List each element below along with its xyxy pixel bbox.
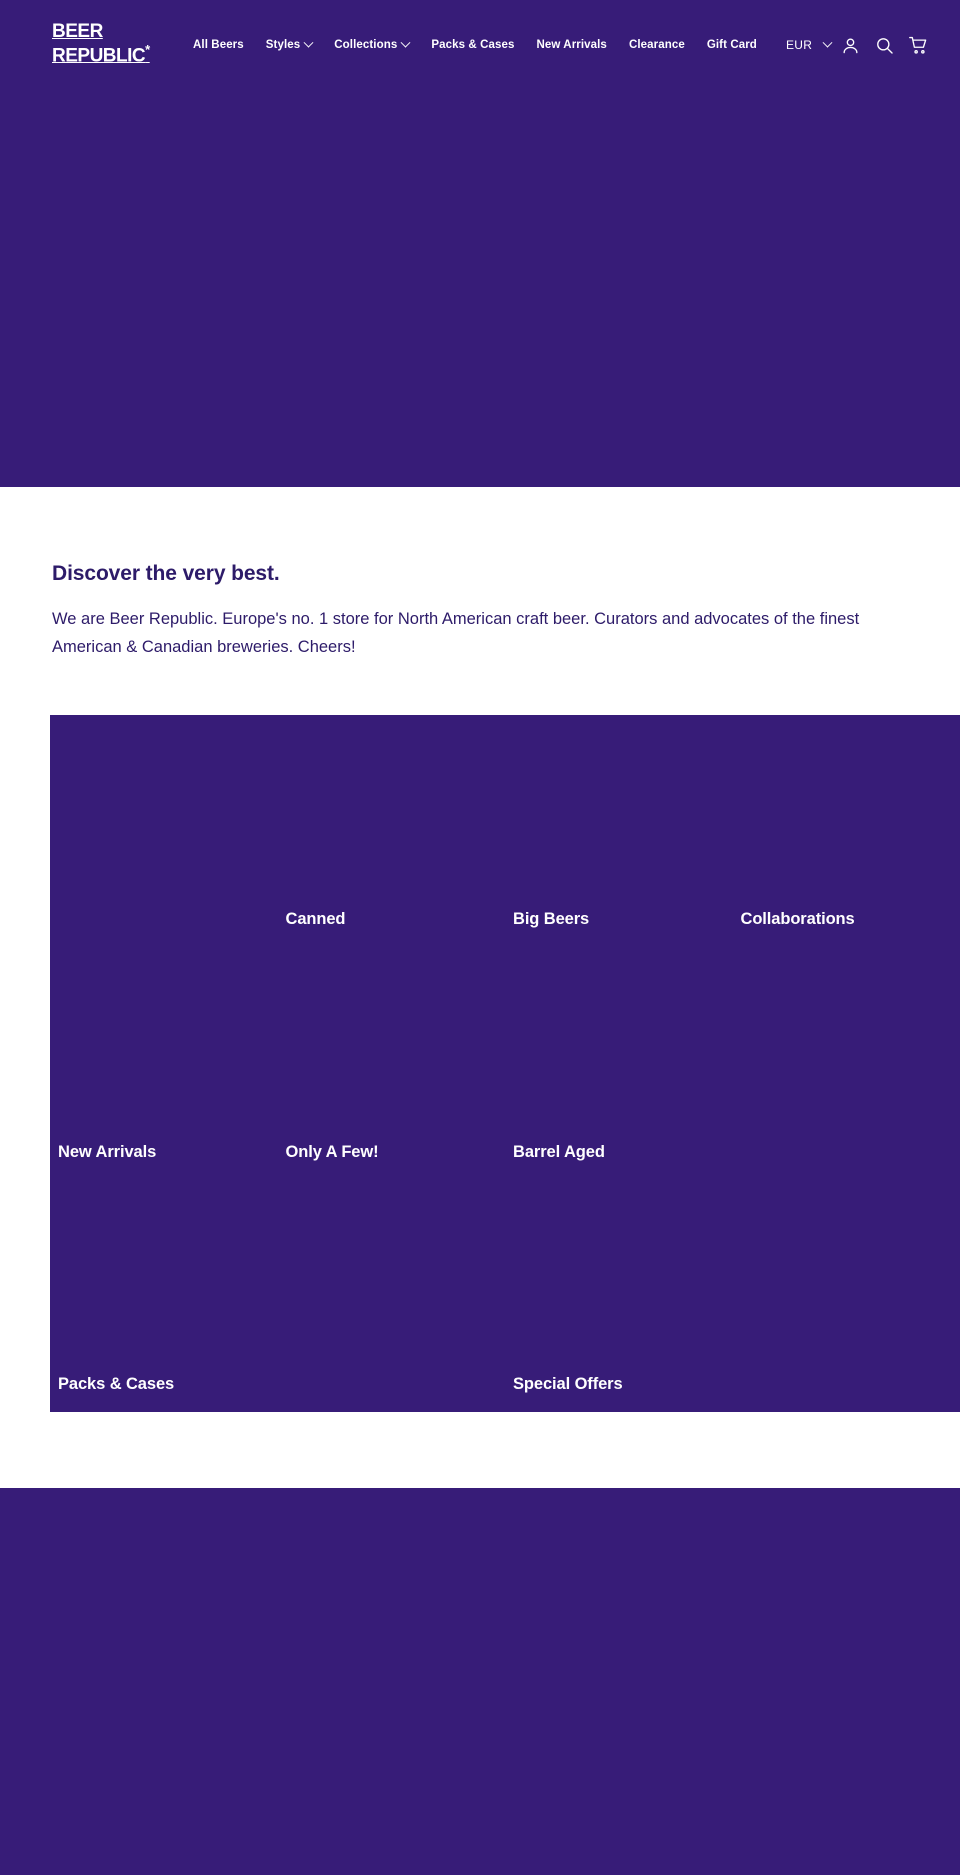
currency-selector[interactable]: EUR [784, 37, 833, 52]
category-tile-label: Only A Few! [285, 1142, 379, 1161]
nav-item-styles[interactable]: Styles [255, 37, 323, 51]
logo-line-2: REPUBLIC* [52, 41, 150, 67]
category-tile-label: Collaborations [740, 910, 855, 929]
category-tile-canned[interactable]: Canned [278, 715, 506, 947]
nav-item-new-arrivals[interactable]: New Arrivals [525, 39, 617, 51]
site-logo[interactable]: BEER REPUBLIC* [52, 20, 170, 67]
search-icon[interactable] [867, 28, 901, 62]
category-tile-label: Special Offers [513, 1374, 623, 1393]
category-tile-packs-and-cases[interactable]: Packs & Cases [50, 1180, 278, 1412]
nav-item-collections[interactable]: Collections [323, 37, 420, 51]
category-tile-barrel-aged[interactable]: Barrel Aged [505, 947, 733, 1179]
nav-label: New Arrivals [536, 39, 607, 51]
category-grid: Canned Big Beers Collaborations New Arri… [50, 715, 960, 1412]
chevron-down-icon [822, 37, 833, 48]
nav-label: All Beers [193, 39, 244, 51]
category-tile [733, 947, 960, 1179]
category-tile [278, 1180, 506, 1412]
nav-label: Styles [265, 39, 301, 51]
category-tile-label: Barrel Aged [513, 1142, 605, 1161]
nav-item-gift-card[interactable]: Gift Card [696, 39, 768, 51]
main-navigation: All Beers Styles Collections Packs & Cas… [182, 37, 768, 51]
nav-label: Packs & Cases [431, 39, 515, 51]
page-title: Discover the very best. [52, 562, 280, 585]
bottom-banner-section [0, 1488, 960, 1875]
category-tile-label: Big Beers [513, 910, 590, 929]
category-tile-big-beers[interactable]: Big Beers [505, 715, 733, 947]
category-tile-label: Canned [285, 910, 346, 929]
logo-line-1: BEER [52, 20, 103, 42]
site-header: BEER REPUBLIC* All Beers Styles Collecti… [0, 0, 960, 90]
nav-item-packs-and-cases[interactable]: Packs & Cases [420, 39, 525, 51]
chevron-down-icon [303, 37, 314, 48]
logo-asterisk-icon: * [145, 41, 150, 57]
category-tile [733, 1180, 960, 1412]
chevron-down-icon [400, 37, 411, 48]
category-tile [50, 715, 278, 947]
intro-section: Discover the very best. We are Beer Repu… [0, 487, 960, 715]
category-tile-new-arrivals[interactable]: New Arrivals [50, 947, 278, 1179]
nav-item-clearance[interactable]: Clearance [618, 39, 696, 51]
hero-banner: BEER REPUBLIC* All Beers Styles Collecti… [0, 0, 960, 487]
nav-label: Collections [334, 39, 398, 51]
nav-label: Gift Card [706, 39, 757, 51]
category-tile-collaborations[interactable]: Collaborations [733, 715, 960, 947]
intro-description: We are Beer Republic. Europe's no. 1 sto… [52, 610, 860, 657]
page-root: BEER REPUBLIC* All Beers Styles Collecti… [0, 0, 960, 1875]
currency-value: EUR [785, 38, 813, 52]
category-tile-label: New Arrivals [58, 1142, 157, 1161]
category-tile-special-offers[interactable]: Special Offers [505, 1180, 733, 1412]
header-actions: EUR [784, 28, 935, 62]
nav-label: Clearance [628, 39, 685, 51]
category-tile-label: Packs & Cases [58, 1374, 175, 1393]
nav-item-all-beers[interactable]: All Beers [182, 39, 255, 51]
cart-icon[interactable] [901, 28, 935, 62]
category-tile-only-a-few[interactable]: Only A Few! [278, 947, 506, 1179]
account-icon[interactable] [833, 28, 867, 62]
